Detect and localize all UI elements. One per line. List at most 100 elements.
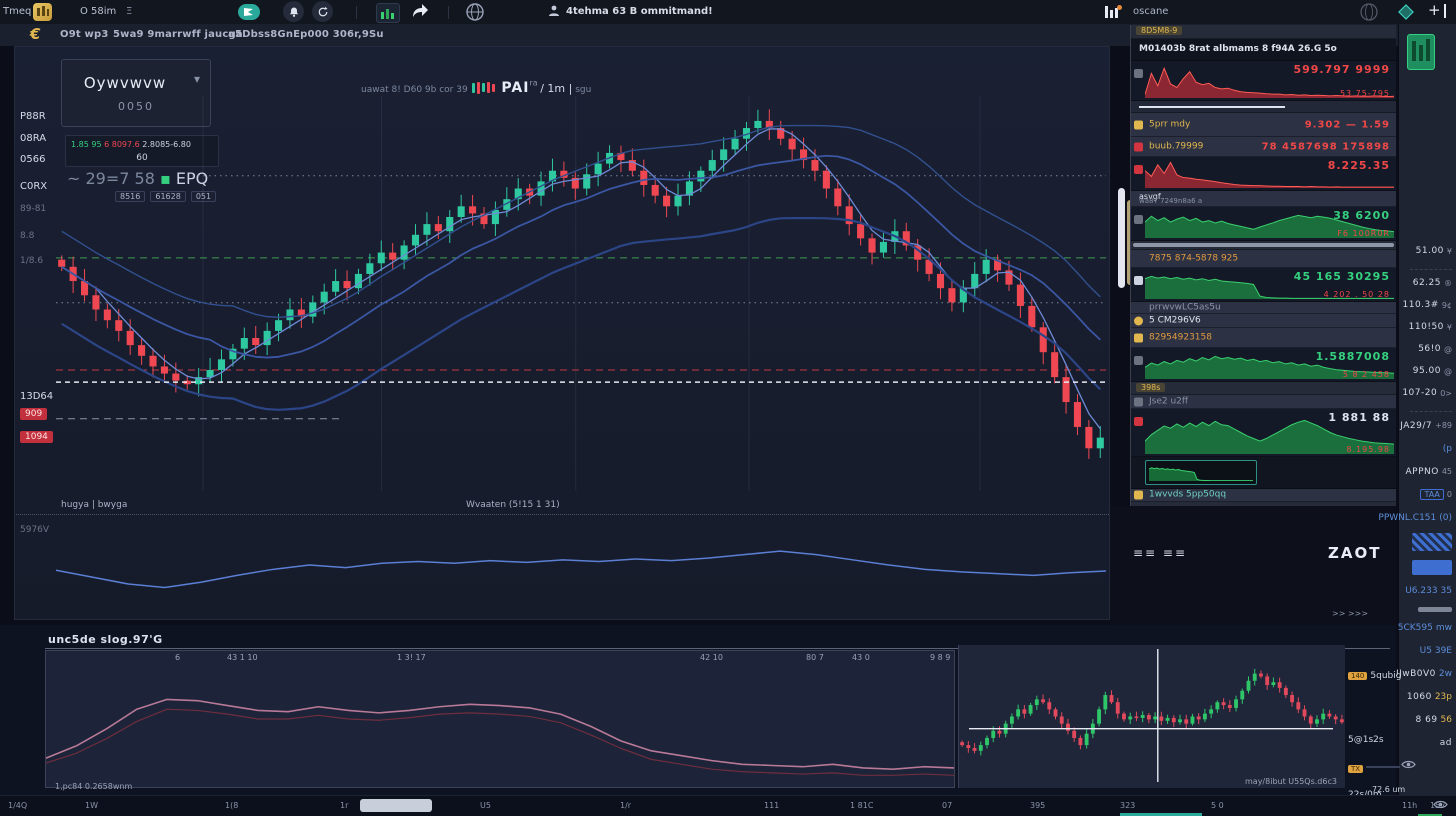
chart-tile-button[interactable] xyxy=(376,3,400,23)
share-button[interactable] xyxy=(410,2,430,20)
time-axis: 1/4Q1W1(81rU51/r1111 81C073953235 011h15… xyxy=(0,795,1456,816)
watchlist-row[interactable]: 5prr mdy9.302 — 1.59 xyxy=(1131,113,1396,137)
globe-secondary-button[interactable] xyxy=(1358,1,1380,23)
watchlist-row[interactable]: M01403b 8rat albmams 8 f94A 26.G 5o xyxy=(1131,39,1396,61)
ladder-row[interactable]: U6.23335 xyxy=(1399,579,1456,602)
watchlist-row[interactable]: 8.225.35 xyxy=(1131,157,1396,191)
ladder-row[interactable]: UJwB0V02w xyxy=(1399,662,1456,685)
watchlist-row[interactable]: 5 CM296V6 xyxy=(1131,314,1396,328)
ladder-suffix: @ xyxy=(1444,367,1452,376)
sub-indicator-header: hugya | bwyga Wvaaten (5!15 1 31) xyxy=(16,497,1109,515)
watchlist-row[interactable]: 45 165 302954 202 . 50 28 xyxy=(1131,268,1396,302)
watchlist-row[interactable]: buub.7999978 4587698 175898 xyxy=(1131,137,1396,157)
ladder-boxed-value: TAA xyxy=(1420,489,1443,500)
add-button[interactable]: + xyxy=(1428,1,1441,19)
ladder-row[interactable]: 107-200> xyxy=(1399,382,1456,404)
ladder-row[interactable]: 8 6956 xyxy=(1399,708,1456,731)
globe-button[interactable] xyxy=(464,1,486,23)
mini-candle-chart[interactable] xyxy=(958,645,1345,788)
ladder-value: 110!50 xyxy=(1409,322,1444,332)
watchlist-row[interactable]: 7875 874-5878 925 xyxy=(1131,250,1396,268)
ladder-row[interactable] xyxy=(1399,754,1456,774)
menu-item[interactable]: O9t wp3 xyxy=(60,24,108,46)
row-icon xyxy=(1134,142,1143,151)
solid-box[interactable] xyxy=(1412,560,1452,575)
bottom-panel-title: unc5de slog.97'G xyxy=(48,633,163,646)
menu-icon[interactable]: Ξ xyxy=(126,0,132,24)
ladder-row[interactable]: 95.00@ xyxy=(1399,360,1456,382)
chart-scrollbar-thumb[interactable] xyxy=(1118,188,1125,288)
list-scrollbar[interactable] xyxy=(1133,243,1394,247)
mini-chart-caption: may/8ibut U55Qs.d6c3 xyxy=(1245,777,1337,786)
toolbar-divider xyxy=(448,6,449,19)
zaot-label: ZAOT xyxy=(1328,544,1381,562)
ladder-row[interactable]: APPNO45 xyxy=(1399,460,1456,483)
cursor-bar xyxy=(1444,4,1446,18)
legend-segment: ra xyxy=(529,79,540,88)
sub-indicator-chart[interactable] xyxy=(56,517,1106,613)
ladder-row[interactable] xyxy=(1399,529,1456,555)
framed-chart[interactable] xyxy=(1145,460,1257,485)
ladder-row[interactable]: PPWNL.C151(0) xyxy=(1399,506,1456,529)
ladder-value: 56!0 xyxy=(1418,344,1441,354)
watchlist-row[interactable]: 1 881 888.195.98 xyxy=(1131,409,1396,457)
flag-button[interactable] xyxy=(238,4,260,20)
trading-platform: Tmeq O 58im Ξ xyxy=(0,0,1456,816)
ladder-row[interactable]: TAA0 xyxy=(1399,483,1456,506)
watchlist-row[interactable]: prrwvwLC5as5u xyxy=(1131,302,1396,314)
watchlist-row[interactable]: 1wvvds 5pp50qq xyxy=(1131,489,1396,502)
notification-text[interactable]: 4tehma 63 B ommitmand! xyxy=(566,0,713,24)
chart-legend: uawat 8! D60 9b cor 39 PAIra / 1m | sgu xyxy=(361,77,591,96)
notifications-button[interactable] xyxy=(283,1,304,22)
ladder-row[interactable]: 5CK595mw xyxy=(1399,616,1456,639)
pattern-box[interactable] xyxy=(1412,533,1452,551)
ladder-row[interactable]: 62.25® xyxy=(1399,272,1456,294)
refresh-button[interactable] xyxy=(312,1,333,22)
app-logo-icon[interactable] xyxy=(33,3,52,21)
watchlist-row[interactable]: 38 6200F6 100R0R xyxy=(1131,207,1396,241)
watchlist-row[interactable]: 599.797 999953 75-795 xyxy=(1131,61,1396,101)
ladder-row[interactable]: 106023p xyxy=(1399,685,1456,708)
green-tile-icon[interactable] xyxy=(1407,34,1435,70)
mini-candle-glyph xyxy=(472,83,475,93)
ladder-row[interactable]: 56!0@ xyxy=(1399,338,1456,360)
stats-button[interactable] xyxy=(1103,4,1123,20)
sub-indicator-title[interactable]: hugya | bwyga xyxy=(61,497,127,514)
ladder-row[interactable]: 110.3#9¢ xyxy=(1399,294,1456,316)
menu-item[interactable]: a5Dbss8GnEp000 306r,9Su xyxy=(228,24,384,46)
ladder-row[interactable]: (p xyxy=(1399,437,1456,460)
ladder-row[interactable]: 110!50¥ xyxy=(1399,316,1456,338)
watchlist-label: 1wvvds 5pp50qq xyxy=(1149,491,1226,500)
timeline-right-text: 72.6 um xyxy=(1372,785,1405,794)
divider-line xyxy=(1139,106,1285,108)
watchlist-title: M01403b 8rat albmams 8 f94A 26.G 5o xyxy=(1139,44,1337,54)
watchlist-row[interactable]: 1.58870085 8 2 458 xyxy=(1131,348,1396,382)
workspace-label[interactable]: oscane xyxy=(1133,0,1168,24)
globe-icon xyxy=(1358,1,1380,23)
watchlist-panel: 8D5M8-9M01403b 8rat albmams 8 f94A 26.G … xyxy=(1130,25,1396,506)
ladder-row[interactable]: U5 39E xyxy=(1399,639,1456,662)
mini-chart-side-label: 5@1s2s xyxy=(1348,727,1384,746)
watchlist-change: 4 202 . 50 28 xyxy=(1324,290,1390,299)
eye-icon[interactable] xyxy=(1433,799,1448,810)
diamond-button[interactable] xyxy=(1397,3,1415,21)
sub-indicator-settings[interactable]: Wvaaten (5!15 1 31) xyxy=(466,497,560,514)
watchlist-price: 38 6200 xyxy=(1333,209,1390,222)
candlestick-chart[interactable] xyxy=(56,96,1106,491)
watchlist-label: 5 CM296V6 xyxy=(1149,316,1201,325)
timeline-scrollbar-thumb[interactable] xyxy=(360,799,432,812)
watchlist-row[interactable]: 82954923158 xyxy=(1131,328,1396,348)
ladder-row[interactable] xyxy=(1399,555,1456,579)
depth-line-chart[interactable] xyxy=(45,650,955,788)
account-label[interactable]: O 58im xyxy=(80,0,116,24)
price-axis-label: 1094 xyxy=(20,431,53,443)
menu-item[interactable]: 5wa9 9ma xyxy=(113,24,172,46)
row-icon xyxy=(1134,333,1143,342)
ladder-row[interactable]: 51.00¥ xyxy=(1399,240,1456,262)
ladder-row[interactable]: JA29/7+89 xyxy=(1399,414,1456,437)
ladder-row[interactable]: ad xyxy=(1399,731,1456,754)
ladder-value: JA29/7 xyxy=(1400,421,1432,431)
watchlist-row xyxy=(1131,101,1396,113)
row-icon xyxy=(1134,417,1143,426)
watchlist-row[interactable]: Jse2 u2ff xyxy=(1131,395,1396,409)
